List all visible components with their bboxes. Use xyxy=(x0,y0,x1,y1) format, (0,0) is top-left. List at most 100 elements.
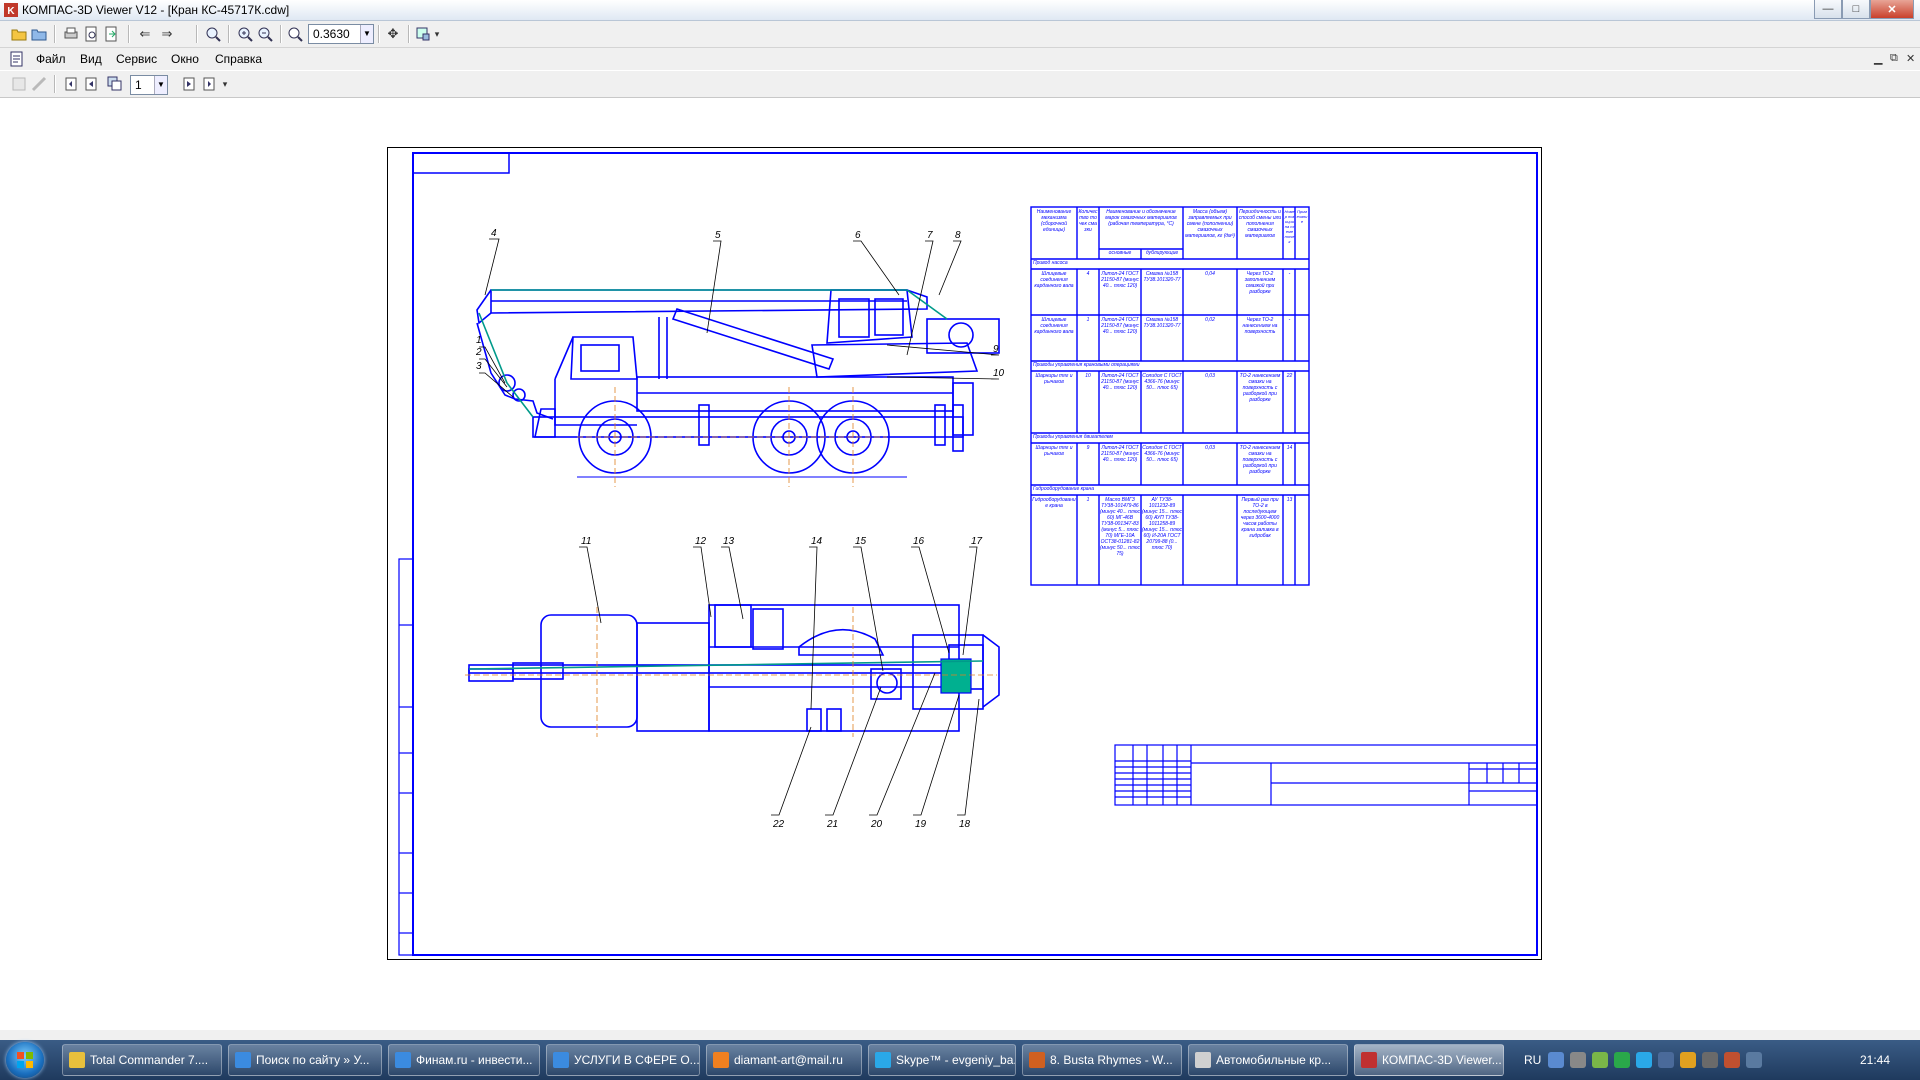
taskbar-item[interactable]: Финам.ru - инвести... xyxy=(388,1044,540,1076)
th-mass: Масса (объем) заправляемых при смене (по… xyxy=(1185,209,1235,239)
forward-arrow-icon[interactable]: ⇒ xyxy=(158,25,176,43)
pen-icon[interactable] xyxy=(1570,1052,1586,1068)
mdi-minimize-button[interactable]: ▁ xyxy=(1874,52,1882,65)
zoom-scale-icon[interactable] xyxy=(286,25,304,43)
maximize-button[interactable]: □ xyxy=(1842,0,1870,19)
table-cell-dup: Смазка №158 ТУ38.101320-77 xyxy=(1143,317,1181,329)
taskbar-item[interactable]: УСЛУГИ В СФЕРЕ О... xyxy=(546,1044,700,1076)
prev-page-icon[interactable] xyxy=(82,75,100,93)
taskbar-item-label: 8. Busta Rhymes - W... xyxy=(1050,1053,1173,1067)
zoom-out-icon[interactable] xyxy=(256,25,274,43)
table-cell-points: 9 xyxy=(1086,445,1090,451)
taskbar-item-label: УСЛУГИ В СФЕРЕ О... xyxy=(574,1053,699,1067)
table-section-title: Гидрооборудование крана xyxy=(1033,486,1095,492)
callout-1: 1 xyxy=(476,335,482,346)
page-number-value: 1 xyxy=(135,78,142,92)
table-cell-mass: 0,03 xyxy=(1205,445,1215,451)
flag-icon[interactable] xyxy=(1680,1052,1696,1068)
taskbar-item-label: Skype™ - evgeniy_ba... xyxy=(896,1053,1015,1067)
app-icon xyxy=(1361,1052,1377,1068)
callout-12: 12 xyxy=(695,536,707,547)
table-cell-dup: АУ ТУ38-1011232-89 (минус 15... плюс 60)… xyxy=(1142,497,1182,551)
menu-file[interactable]: Файл xyxy=(36,52,66,66)
taskbar-item[interactable]: diamant-art@mail.ru xyxy=(706,1044,862,1076)
callout-3: 3 xyxy=(476,361,482,372)
print-icon[interactable] xyxy=(62,25,80,43)
table-cell-main: Литол-24 ГОСТ 21150-87 (минус 40... плюс… xyxy=(1101,373,1139,391)
back-arrow-icon[interactable]: ⇐ xyxy=(136,25,154,43)
menu-view[interactable]: Вид xyxy=(80,52,102,66)
open-icon[interactable] xyxy=(10,25,28,43)
window-title: КОМПАС-3D Viewer V12 - [Кран КС-45717К.c… xyxy=(22,3,290,17)
start-button[interactable] xyxy=(6,1042,44,1078)
pan-icon[interactable]: ✥ xyxy=(384,25,402,43)
taskbar-item[interactable]: 8. Busta Rhymes - W... xyxy=(1022,1044,1182,1076)
pages-icon[interactable] xyxy=(106,75,124,93)
table-cell-pos: - xyxy=(1288,317,1291,323)
export-icon[interactable] xyxy=(102,25,120,43)
skype-tray-icon[interactable] xyxy=(1636,1052,1652,1068)
taskbar-item[interactable]: КОМПАС-3D Viewer... xyxy=(1354,1044,1504,1076)
table-cell-mass: 0,02 xyxy=(1205,317,1215,323)
network-icon[interactable] xyxy=(1658,1052,1674,1068)
callout-9: 9 xyxy=(993,344,999,355)
table-cell-dup: Солидол С ГОСТ 4366-76 (минус 50... плюс… xyxy=(1142,373,1182,391)
table-section-title: Привод насоса xyxy=(1033,260,1068,266)
table-section-title: Приводы управления крановыми операциями xyxy=(1033,362,1140,368)
clock[interactable]: 21:44 xyxy=(1860,1053,1890,1067)
taskbar-item[interactable]: Skype™ - evgeniy_ba... xyxy=(868,1044,1016,1076)
table-cell-points: 1 xyxy=(1086,497,1090,503)
taskbar-item-label: Автомобильные кр... xyxy=(1216,1053,1332,1067)
print-preview-icon[interactable] xyxy=(82,25,100,43)
drawing-workspace[interactable]: 1 2 3 4 5 6 7 8 9 10 11 12 13 14 15 16 1… xyxy=(0,98,1920,1030)
th-points: Количество точек смазки xyxy=(1078,209,1098,233)
layer-icon[interactable] xyxy=(10,75,28,93)
taskbar-item[interactable]: Total Commander 7.... xyxy=(62,1044,222,1076)
th-materials: Наименование и обозначение марок смазочн… xyxy=(1105,209,1177,227)
language-indicator[interactable]: RU xyxy=(1524,1053,1541,1067)
svg-text:K: K xyxy=(7,6,15,17)
refresh-icon[interactable] xyxy=(414,25,432,43)
page-number-select[interactable]: 1 ▼ xyxy=(130,75,168,95)
first-page-icon[interactable] xyxy=(62,75,80,93)
menu-window[interactable]: Окно xyxy=(171,52,199,66)
menu-service[interactable]: Сервис xyxy=(116,52,157,66)
tray-icon[interactable] xyxy=(1724,1052,1740,1068)
callout-20: 20 xyxy=(870,819,883,830)
help-icon[interactable] xyxy=(1548,1052,1564,1068)
toolbar-overflow-icon[interactable]: ▾ xyxy=(220,75,230,93)
title-bar: K КОМПАС-3D Viewer V12 - [Кран КС-45717К… xyxy=(0,0,1920,21)
document-icon xyxy=(8,50,26,68)
zoom-value: 0.3630 xyxy=(313,27,350,41)
open-folder-icon[interactable] xyxy=(30,25,48,43)
mdi-close-button[interactable]: ✕ xyxy=(1906,52,1915,65)
chevron-down-icon[interactable]: ▼ xyxy=(154,76,167,94)
taskbar-item[interactable]: Автомобильные кр... xyxy=(1188,1044,1348,1076)
callout-22: 22 xyxy=(772,819,785,830)
menu-help[interactable]: Справка xyxy=(215,52,262,66)
speaker-icon[interactable] xyxy=(1746,1052,1762,1068)
table-cell-dup: Солидол С ГОСТ 4366-76 (минус 50... плюс… xyxy=(1142,445,1182,463)
table-cell-name: Шарниры тяг и рычагов xyxy=(1035,373,1073,385)
taskbar-item-label: diamant-art@mail.ru xyxy=(734,1053,843,1067)
minimize-button[interactable]: — xyxy=(1814,0,1842,19)
zoom-in-icon[interactable] xyxy=(236,25,254,43)
taskbar-item[interactable]: Поиск по сайту » У... xyxy=(228,1044,382,1076)
properties-icon[interactable] xyxy=(30,75,48,93)
table-cell-period: Первый раз при ТО-2 в последующем через … xyxy=(1240,497,1280,539)
chevron-down-icon[interactable]: ▼ xyxy=(360,25,373,43)
lubrication-table: Наименование механизма (сборочной единиц… xyxy=(1030,206,1310,586)
tray-app-icon[interactable] xyxy=(1592,1052,1608,1068)
close-button[interactable]: ✕ xyxy=(1870,0,1914,19)
drawing-sheet: 1 2 3 4 5 6 7 8 9 10 11 12 13 14 15 16 1… xyxy=(387,147,1542,960)
taskbar-item-label: Поиск по сайту » У... xyxy=(256,1053,370,1067)
zoom-window-icon[interactable] xyxy=(204,25,222,43)
toolbar-overflow-icon[interactable]: ▾ xyxy=(432,25,442,43)
next-page-icon[interactable] xyxy=(180,75,198,93)
last-page-icon[interactable] xyxy=(200,75,218,93)
app-icon xyxy=(395,1052,411,1068)
mdi-restore-button[interactable]: ⧉ xyxy=(1890,52,1898,65)
tray-icon[interactable] xyxy=(1702,1052,1718,1068)
zoom-scale-select[interactable]: 0.3630 ▼ xyxy=(308,24,374,44)
chat-icon[interactable] xyxy=(1614,1052,1630,1068)
